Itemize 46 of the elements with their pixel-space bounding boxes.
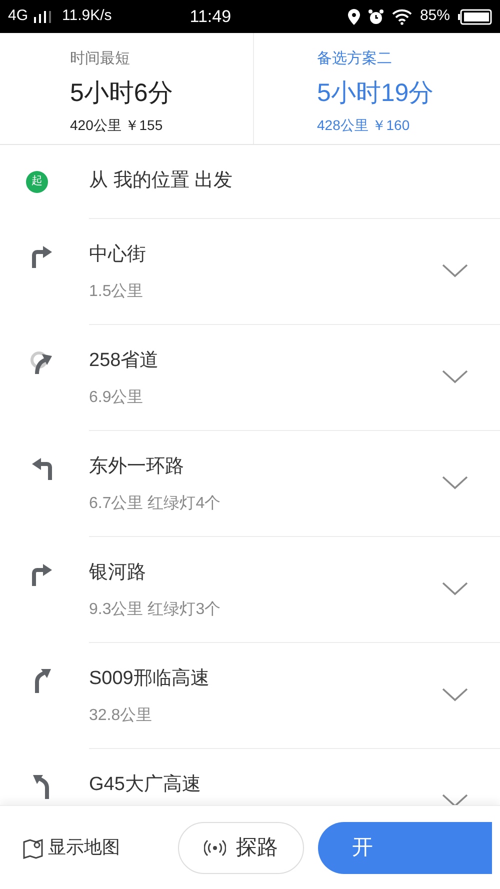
turn-right-icon <box>32 564 52 586</box>
route-detail: 428公里 ￥160 <box>317 116 411 134</box>
chevron-down-icon[interactable] <box>442 794 468 805</box>
chevron-down-icon[interactable] <box>442 370 468 384</box>
road-name: 258省道 <box>89 349 160 373</box>
network-speed: 11.9K/s <box>62 6 112 26</box>
route-duration: 5小时19分 <box>317 78 435 108</box>
step-detail: 6.7公里 红绿灯4个 <box>89 494 222 514</box>
map-pin-icon <box>22 836 44 858</box>
clock: 11:49 <box>190 6 232 28</box>
chevron-down-icon[interactable] <box>442 688 468 702</box>
chevron-down-icon[interactable] <box>442 582 468 596</box>
route-option[interactable]: 时间最短 5小时6分 420公里 ￥155 <box>0 33 253 144</box>
bear-right-icon <box>35 669 51 693</box>
start-badge: 起 <box>26 170 48 192</box>
step-detail: 32.8公里 <box>89 706 154 726</box>
wifi-icon <box>392 8 412 24</box>
route-duration: 5小时6分 <box>70 78 174 108</box>
road-name: 银河路 <box>89 561 147 585</box>
bear-left-icon <box>33 775 49 799</box>
location-icon <box>348 8 360 24</box>
step-detail: 6.9公里 <box>89 388 144 408</box>
battery-icon <box>458 8 492 24</box>
turn-right-icon <box>32 246 52 268</box>
road-name: G45大广高速 <box>89 773 202 797</box>
start-text: 从 我的位置 出发 <box>89 169 233 194</box>
roundabout-arrow-icon <box>30 352 52 374</box>
chevron-down-icon[interactable] <box>442 476 468 490</box>
route-detail: 420公里 ￥155 <box>70 116 164 134</box>
network-label: 4G <box>8 6 28 26</box>
chevron-down-icon[interactable] <box>442 264 468 278</box>
turn-left-icon <box>32 458 52 480</box>
route-label: 备选方案二 <box>317 49 393 69</box>
probe-button[interactable]: 探路 <box>178 822 304 874</box>
road-name: 中心街 <box>89 243 147 267</box>
start-navigation-button[interactable]: 开 <box>318 822 492 874</box>
road-name: S009邢临高速 <box>89 667 210 691</box>
step-detail: 1.5公里 <box>89 282 144 302</box>
step-detail: 9.3公里 红绿灯3个 <box>89 600 222 620</box>
route-label: 时间最短 <box>70 49 131 69</box>
route-option[interactable]: 备选方案二 5小时19分 428公里 ￥160 <box>253 33 500 144</box>
show-map-button[interactable]: 显示地图 <box>22 834 120 861</box>
road-name: 东外一环路 <box>89 455 185 479</box>
battery-percent: 85% <box>420 6 450 26</box>
broadcast-icon <box>204 838 226 856</box>
alarm-icon <box>368 8 384 24</box>
